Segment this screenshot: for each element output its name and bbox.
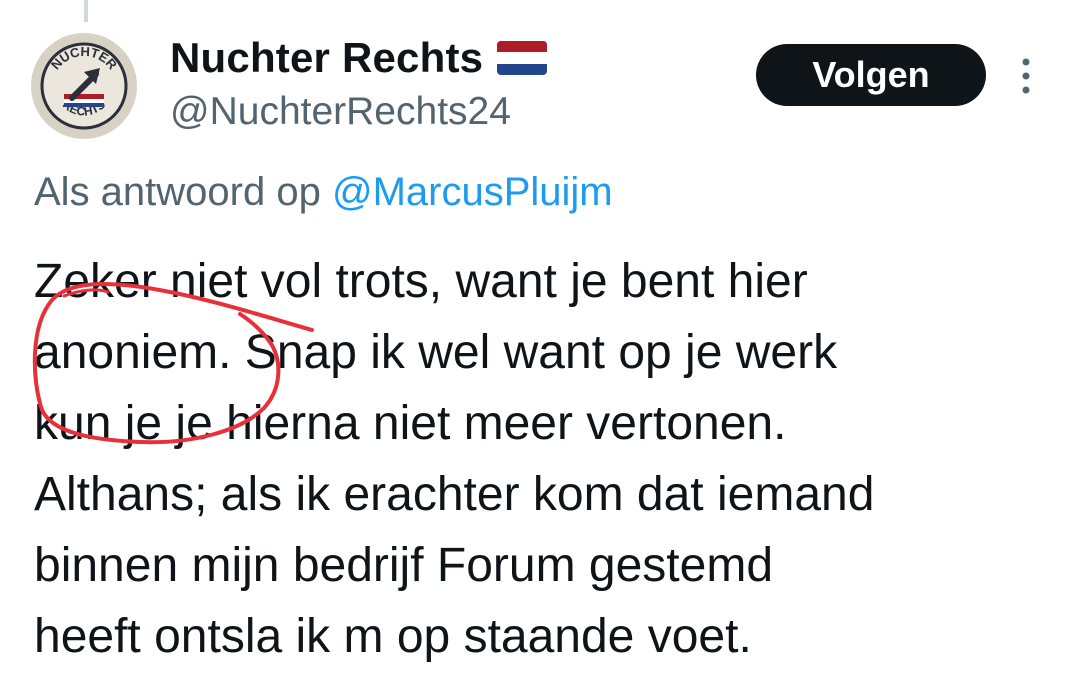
tweet-text: Zeker niet vol trots, want je bent hier … [34,246,1054,672]
tweet-text-line: kun je je hierna niet meer vertonen. [34,397,787,450]
netherlands-flag-icon [497,41,548,75]
display-name[interactable]: Nuchter Rechts [170,34,483,82]
tweet-text-line: heeft ontsla ik m op staande voet. [34,610,752,663]
thread-line [84,0,88,22]
avatar[interactable]: NUCHTER RECHTS [30,32,138,140]
author-name-row: Nuchter Rechts [170,34,548,82]
tweet-text-line: Althans; als ik erachter kom dat iemand [34,468,875,521]
reply-context: Als antwoord op @MarcusPluijm [34,170,613,215]
reply-prefix: Als antwoord op [34,170,321,214]
follow-button[interactable]: Volgen [756,44,986,106]
tweet-text-line: binnen mijn bedrijf Forum gestemd [34,539,774,592]
tweet-text-line: Zeker niet vol trots, want je bent hier [34,255,808,308]
more-vertical-icon[interactable] [1016,54,1036,98]
reply-mention-link[interactable]: @MarcusPluijm [332,170,613,214]
tweet-text-line: anoniem. Snap ik wel want op je werk [34,326,838,379]
user-handle[interactable]: @NuchterRechts24 [170,90,511,134]
